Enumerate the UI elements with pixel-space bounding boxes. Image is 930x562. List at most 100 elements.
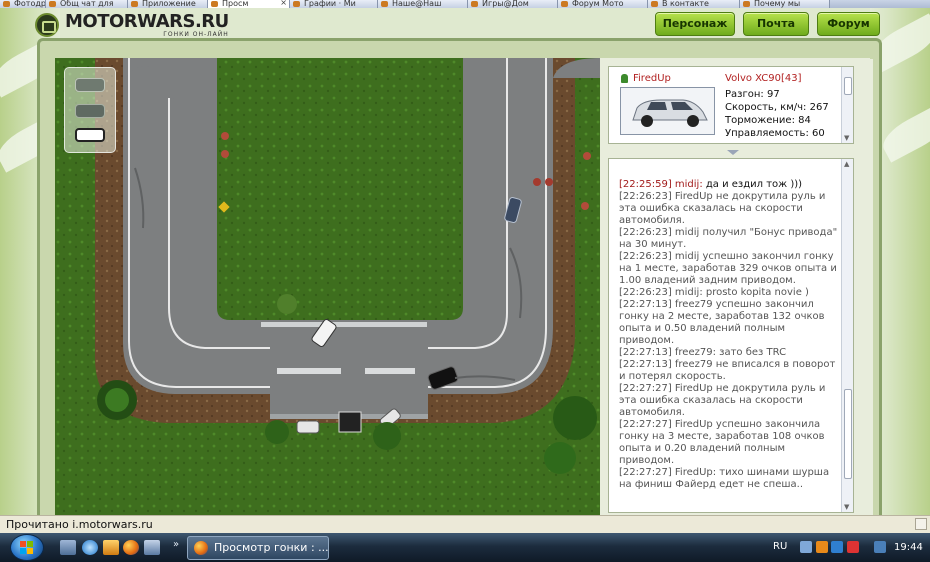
browser-status-bar: Прочитано i.motorwars.ru: [0, 515, 930, 533]
spectator: [533, 178, 541, 186]
tab-label: Приложение: [142, 0, 196, 8]
info-scrollbar[interactable]: ▼: [841, 67, 853, 143]
network-alert-icon[interactable]: [847, 541, 859, 553]
user-icon: [621, 74, 628, 83]
racer-info-box: FiredUp Volvo XC90[43] Разгон: 97 Скорос…: [608, 66, 854, 144]
logo-name: MOTORWARS.RU: [65, 10, 229, 32]
chat-message-text: [22:26:23] midij: prosto kopita novie ): [619, 287, 809, 298]
car-photo: [620, 87, 715, 135]
browser-tab[interactable]: Наше@Наш: [378, 0, 468, 8]
logo-icon: [35, 13, 59, 37]
browser-tab[interactable]: Графии · Ми: [290, 0, 378, 8]
chat-message: [22:26:23] midij: prosto kopita novie ): [619, 287, 841, 299]
spectator: [581, 202, 589, 210]
stat-braking: Торможение: 84: [725, 115, 811, 126]
tab-label: Наше@Наш: [392, 0, 442, 8]
chat-message-body: да и ездил тож ))): [705, 179, 803, 190]
window-switcher-icon[interactable]: [144, 540, 160, 555]
show-desktop-icon[interactable]: [60, 540, 76, 555]
info-panel: FiredUp Volvo XC90[43] Разгон: 97 Скорос…: [600, 58, 870, 515]
scrollbar-thumb[interactable]: [844, 77, 852, 95]
browser-tab[interactable]: Игры@Дом: [468, 0, 558, 8]
chat-message: [22:27:27] FiredUp успешно закончила гон…: [619, 419, 841, 467]
tray-icon[interactable]: [831, 541, 843, 553]
browser-tab[interactable]: Общ чат для: [46, 0, 128, 8]
chat-message: [22:27:13] freez79 не вписался в поворот…: [619, 359, 841, 383]
bush: [277, 294, 297, 314]
taskbar-window-label: Просмотр гонки : ...: [214, 541, 329, 554]
network-icon[interactable]: [874, 541, 886, 553]
barrier: [261, 322, 427, 327]
chat-scrollbar[interactable]: ▲ ▼: [841, 159, 853, 512]
language-indicator[interactable]: RU: [773, 541, 787, 552]
chevron-up-icon[interactable]: ▲: [844, 160, 849, 168]
quicklaunch-more[interactable]: »: [173, 539, 179, 550]
tab-label: Фотодр: [14, 0, 46, 8]
chevron-down-icon[interactable]: ▼: [844, 134, 849, 142]
media-player-icon[interactable]: [103, 540, 119, 555]
nav-character-button[interactable]: Персонаж: [655, 12, 735, 36]
taskbar-window-button[interactable]: Просмотр гонки : ...: [187, 536, 329, 560]
close-icon[interactable]: ×: [280, 0, 287, 7]
firefox-icon[interactable]: [123, 540, 139, 555]
camera-selector: [64, 67, 116, 153]
logo-subtitle: ГОНКИ ОН-ЛАЙН: [163, 30, 229, 38]
spectator: [583, 152, 591, 160]
tab-label: Форум Мото: [572, 0, 624, 8]
browser-tab[interactable]: Почему мы: [740, 0, 830, 8]
scrollbar-thumb[interactable]: [844, 389, 852, 479]
stat-handling: Управляемость: 60: [725, 128, 825, 139]
browser-tab[interactable]: Фотодр: [0, 0, 46, 8]
tab-label: Почему мы: [754, 0, 801, 8]
browser-tab[interactable]: Форум Мото: [558, 0, 648, 8]
chat-message-text: [22:27:13] freez79: зато без TRC: [619, 347, 787, 358]
inner-grass: [217, 58, 463, 320]
nav-mail-button[interactable]: Почта: [743, 12, 809, 36]
chat-message-text: [22:27:27] FiredUp успешно закончила гон…: [619, 419, 825, 466]
nav-forum-button[interactable]: Форум: [817, 12, 880, 36]
spectator: [221, 150, 229, 158]
clock[interactable]: 19:44: [894, 542, 923, 553]
camera-side-icon[interactable]: [75, 104, 105, 118]
browser-tab[interactable]: В контакте: [648, 0, 740, 8]
chat-message: [22:26:23] midij получил "Бонус привода"…: [619, 227, 841, 251]
windows-logo-icon: [20, 541, 35, 555]
collapse-icon[interactable]: [727, 150, 739, 155]
tab-label: Игры@Дом: [482, 0, 529, 8]
spectator: [221, 132, 229, 140]
stat-acceleration: Разгон: 97: [725, 89, 780, 100]
tray-icon[interactable]: [816, 541, 828, 553]
help-tray-icon[interactable]: [800, 541, 812, 553]
chat-message-text: [22:26:23] midij успешно закончил гонку …: [619, 251, 837, 286]
chat-message: [22:26:23] midij успешно закончил гонку …: [619, 251, 841, 287]
site-logo[interactable]: MOTORWARS.RU ГОНКИ ОН-ЛАЙН: [35, 10, 229, 40]
camera-top-icon[interactable]: [75, 78, 105, 92]
tree: [553, 396, 597, 440]
browser-tab-active[interactable]: Просм ×: [208, 0, 290, 8]
race-track-view[interactable]: [55, 58, 600, 515]
player-name[interactable]: FiredUp: [621, 73, 671, 84]
barrier: [277, 368, 341, 374]
chat-message: [22:25:59] midij: да и ездил тож ))): [619, 179, 841, 191]
tab-label: Просм: [222, 0, 249, 8]
chat-message: [22:27:27] FiredUp не докрутила руль и э…: [619, 383, 841, 419]
chat-message-text: [22:27:27] FiredUp: тихо шинами шурша на…: [619, 467, 830, 490]
car-name[interactable]: Volvo XC90[43]: [725, 73, 802, 84]
ie-icon[interactable]: [82, 540, 98, 555]
chevron-down-icon[interactable]: ▼: [844, 503, 849, 511]
taskbar: » Просмотр гонки : ... RU 19:44: [0, 533, 930, 562]
camera-close-icon[interactable]: [75, 128, 105, 142]
player-name-text: FiredUp: [633, 73, 671, 84]
tree: [544, 442, 576, 474]
chat-message-text: [22:25:59] midij:: [619, 179, 706, 190]
resize-grip-icon[interactable]: [915, 518, 927, 530]
tab-label: Общ чат для: [60, 0, 114, 8]
chat-message: [22:27:27] FiredUp: тихо шинами шурша на…: [619, 467, 841, 491]
chat-log: [22:25:59] midij: да и ездил тож ))) [22:…: [608, 158, 854, 513]
start-button[interactable]: [10, 534, 44, 561]
chat-message: [22:27:13] freez79: зато без TRC: [619, 347, 841, 359]
car-parked: [296, 420, 320, 434]
browser-tab[interactable]: Приложение: [128, 0, 208, 8]
chat-message: [22:27:13] freez79 успешно закончил гонк…: [619, 299, 841, 347]
tent: [338, 411, 362, 433]
